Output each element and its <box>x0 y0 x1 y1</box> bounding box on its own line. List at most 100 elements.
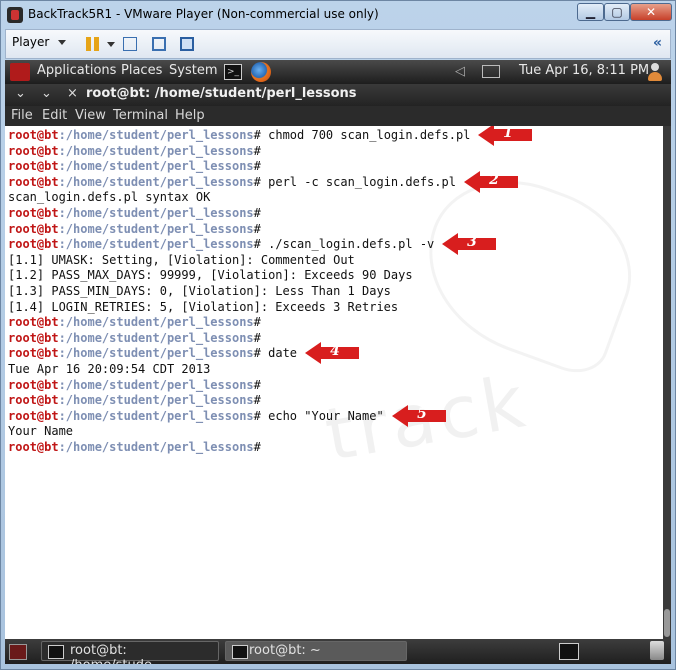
annotation-number: 5 <box>417 405 427 422</box>
chevron-down-icon[interactable] <box>107 42 115 47</box>
menu-help[interactable]: Help <box>175 108 205 123</box>
prompt-user: root@bt <box>8 143 59 158</box>
terminal-title-bar[interactable]: ⌄ ⌄ × root@bt: /home/student/perl_lesson… <box>5 84 671 106</box>
player-menu-button[interactable]: Player <box>12 35 49 49</box>
terminal-menu-bar: File Edit View Terminal Help <box>5 106 671 126</box>
prompt-user: root@bt <box>8 315 59 330</box>
window-menu-icon[interactable]: ⌄ <box>15 86 26 101</box>
mail-icon[interactable] <box>482 65 500 78</box>
menu-view[interactable]: View <box>75 108 106 123</box>
window-title-bar[interactable]: BackTrack5R1 - VMware Player (Non-commer… <box>1 1 675 29</box>
prompt-user: root@bt <box>8 330 59 345</box>
menu-edit[interactable]: Edit <box>42 108 67 123</box>
prompt-line: root@bt:/home/student/perl_lessons# <box>8 222 261 237</box>
trash-icon[interactable] <box>650 641 664 660</box>
output-line: Your Name <box>8 424 74 439</box>
prompt-path: :/home/student/perl_lessons <box>58 315 254 330</box>
workspace-switcher-icon[interactable] <box>559 643 579 660</box>
prompt-line: root@bt:/home/student/perl_lessons# chmo… <box>8 128 470 143</box>
prompt-line: root@bt:/home/student/perl_lessons# <box>8 206 261 221</box>
command-text: ./scan_login.defs.pl -v <box>260 237 435 252</box>
prompt-symbol: # <box>253 393 261 408</box>
prompt-path: :/home/student/perl_lessons <box>58 346 254 361</box>
chevron-double-left-icon[interactable]: « <box>653 35 662 51</box>
player-dropdown-icon[interactable] <box>58 40 66 45</box>
prompt-user: root@bt <box>8 408 59 423</box>
prompt-user: root@bt <box>8 440 59 454</box>
terminal-scrollbar[interactable] <box>663 126 671 639</box>
prompt-path: :/home/student/perl_lessons <box>58 330 254 345</box>
network-icon[interactable] <box>123 37 137 51</box>
prompt-line: root@bt:/home/student/perl_lessons# <box>8 393 261 408</box>
prompt-user: root@bt <box>8 174 59 189</box>
prompt-symbol: # <box>253 174 261 189</box>
prompt-symbol: # <box>253 128 261 142</box>
maximize-button[interactable]: ▢ <box>604 3 630 21</box>
show-desktop-icon[interactable] <box>9 644 27 660</box>
prompt-line: root@bt:/home/student/perl_lessons# perl… <box>8 175 456 190</box>
prompt-symbol: # <box>253 237 261 252</box>
prompt-symbol: # <box>253 315 261 330</box>
prompt-symbol: # <box>253 206 261 220</box>
fit-guest-icon[interactable] <box>152 37 166 51</box>
scrollbar-thumb[interactable] <box>664 609 670 637</box>
menu-system[interactable]: System <box>169 63 217 78</box>
prompt-line: root@bt:/home/student/perl_lessons# echo… <box>8 409 384 424</box>
prompt-user: root@bt <box>8 237 59 252</box>
output-line: [1.1] UMASK: Setting, [Violation]: Comme… <box>8 252 355 267</box>
pause-icon[interactable] <box>86 37 100 51</box>
close-button[interactable]: ✕ <box>630 3 672 21</box>
annotation-number: 4 <box>330 343 340 360</box>
taskbar-item-perl-lessons[interactable]: root@bt: /home/stude... <box>41 641 219 664</box>
menu-terminal[interactable]: Terminal <box>113 108 168 123</box>
minimize-button[interactable]: ▁ <box>577 3 604 21</box>
annotation-arrow: 3 <box>442 233 498 256</box>
terminal-icon <box>48 645 64 659</box>
command-text: perl -c scan_login.defs.pl <box>260 174 456 189</box>
terminal-title: root@bt: /home/student/perl_lessons <box>86 86 357 101</box>
output-line: scan_login.defs.pl syntax OK <box>8 190 211 205</box>
close-icon[interactable]: × <box>67 86 78 101</box>
taskbar-item-home[interactable]: root@bt: ~ <box>225 641 407 661</box>
output-line: Tue Apr 16 20:09:54 CDT 2013 <box>8 362 211 376</box>
prompt-line: root@bt:/home/student/perl_lessons# <box>8 315 261 330</box>
prompt-line: root@bt:/home/student/perl_lessons# <box>8 440 261 455</box>
volume-icon[interactable]: ◁ <box>455 64 465 79</box>
prompt-symbol: # <box>253 221 261 236</box>
prompt-line: root@bt:/home/student/perl_lessons# <box>8 159 261 174</box>
prompt-path: :/home/student/perl_lessons <box>58 377 254 392</box>
vmware-player-window: BackTrack5R1 - VMware Player (Non-commer… <box>0 0 676 670</box>
prompt-user: root@bt <box>8 393 59 408</box>
prompt-path: :/home/student/perl_lessons <box>58 159 254 174</box>
fullscreen-icon[interactable] <box>180 37 194 51</box>
guest-screen[interactable]: Applications Places System >_ ◁ Tue Apr … <box>5 60 671 664</box>
command-text: date <box>260 346 298 361</box>
prompt-user: root@bt <box>8 159 59 174</box>
menu-places[interactable]: Places <box>121 63 162 78</box>
minimize-icon[interactable]: ⌄ <box>41 86 52 101</box>
user-icon[interactable] <box>647 63 663 81</box>
backtrack-logo-icon[interactable] <box>10 63 30 81</box>
menu-applications[interactable]: Applications <box>37 63 116 78</box>
output-line: [1.2] PASS_MAX_DAYS: 99999, [Violation]:… <box>8 268 413 283</box>
prompt-symbol: # <box>253 330 261 345</box>
prompt-line: root@bt:/home/student/perl_lessons# ./sc… <box>8 237 434 252</box>
prompt-user: root@bt <box>8 221 59 236</box>
terminal-output[interactable]: track root@bt:/home/student/perl_lessons… <box>5 126 663 639</box>
window-title: BackTrack5R1 - VMware Player (Non-commer… <box>28 7 379 21</box>
terminal-launcher-icon[interactable]: >_ <box>224 64 242 80</box>
annotation-number: 2 <box>489 171 499 188</box>
prompt-user: root@bt <box>8 206 59 220</box>
prompt-line: root@bt:/home/student/perl_lessons# date <box>8 346 297 361</box>
prompt-line: root@bt:/home/student/perl_lessons# <box>8 378 261 393</box>
firefox-icon[interactable] <box>251 62 271 82</box>
prompt-symbol: # <box>253 159 261 174</box>
output-line: [1.3] PASS_MIN_DAYS: 0, [Violation]: Les… <box>8 284 391 298</box>
command-text: chmod 700 scan_login.defs.pl <box>260 128 471 142</box>
prompt-user: root@bt <box>8 346 59 361</box>
panel-clock[interactable]: Tue Apr 16, 8:11 PM <box>519 63 649 78</box>
terminal-icon <box>232 645 248 659</box>
prompt-user: root@bt <box>8 128 59 142</box>
menu-file[interactable]: File <box>11 108 33 123</box>
annotation-number: 1 <box>503 126 513 141</box>
